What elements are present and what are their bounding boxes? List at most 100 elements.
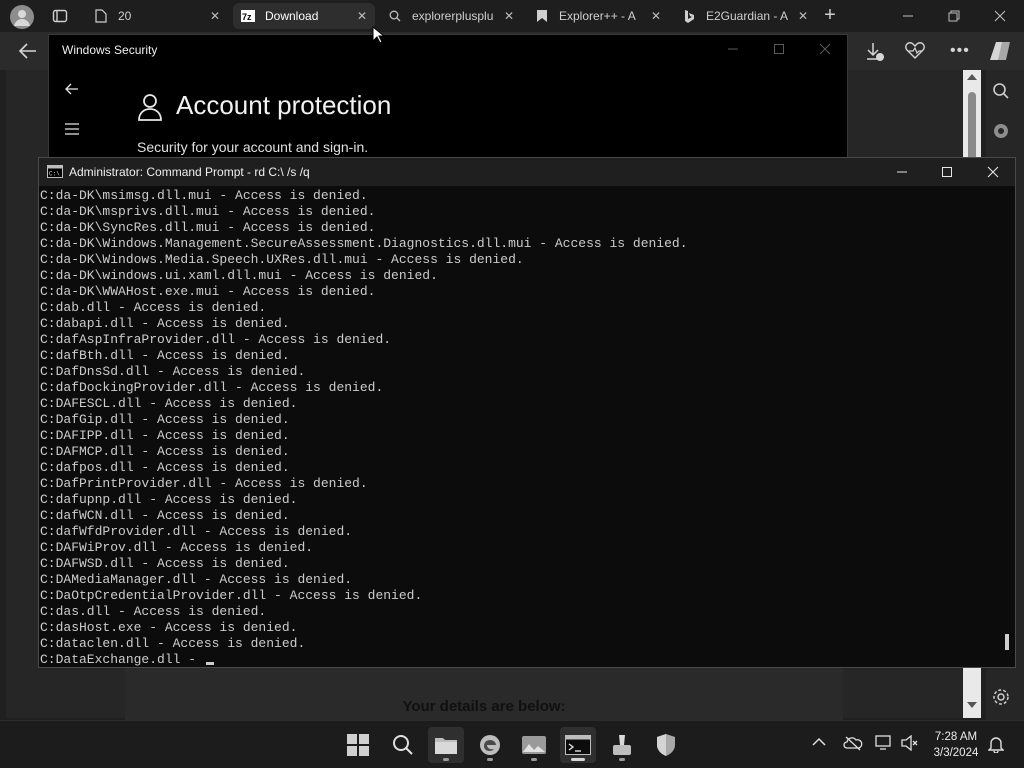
network-icon[interactable] (875, 735, 893, 751)
clock-date: 3/3/2024 (933, 747, 979, 759)
chevron-up-icon[interactable] (812, 737, 826, 747)
console-line: C:da-DK\msprivs.dll.mui - Access is deni… (40, 204, 376, 219)
text-cursor (205, 662, 214, 665)
minimize-icon[interactable] (727, 43, 739, 55)
search-icon[interactable] (992, 82, 1010, 100)
console-line: C:dafAspInfraProvider.dll - Access is de… (40, 332, 392, 347)
console-line: C:DAFESCL.dll - Access is denied. (40, 396, 298, 411)
windows-security-window: Windows Security Account protection Secu… (48, 34, 848, 164)
tab-actions-icon[interactable] (52, 8, 68, 24)
tab-download[interactable]: 7z Download ✕ (233, 3, 375, 29)
window-titlebar: Windows Security (49, 35, 849, 65)
console-scroll-thumb[interactable] (1005, 634, 1009, 650)
running-indicator (531, 758, 537, 761)
maximize-icon[interactable] (773, 43, 785, 55)
console-line: C:DAFWSD.dll - Access is denied. (40, 556, 290, 571)
performance-icon[interactable] (904, 42, 926, 60)
console-line: C:da-DK\msimsg.dll.mui - Access is denie… (40, 188, 368, 203)
tab-title: explorerplusplu (412, 9, 494, 23)
tab-explorer[interactable]: Explorer++ - A ✕ (527, 3, 669, 29)
close-icon[interactable]: ✕ (504, 9, 514, 23)
bing-icon (682, 9, 696, 23)
minimize-icon[interactable] (896, 166, 908, 178)
active-indicator (571, 758, 585, 761)
close-icon[interactable]: ✕ (210, 9, 220, 23)
console-line: C:dafBth.dll - Access is denied. (40, 348, 290, 363)
notification-bell-icon[interactable] (988, 735, 1004, 753)
close-icon[interactable]: ✕ (651, 9, 661, 23)
tab-title: 20 (118, 9, 132, 23)
console-line: C:da-DK\Windows.Media.Speech.UXRes.dll.m… (40, 252, 524, 267)
copilot-icon[interactable] (988, 40, 1012, 62)
restore-icon[interactable] (942, 6, 966, 26)
window-titlebar: C:\ Administrator: Command Prompt - rd C… (39, 158, 1015, 186)
running-indicator (619, 758, 625, 761)
cmd-app-icon: C:\ (47, 165, 63, 178)
console-line: C:dabapi.dll - Access is denied. (40, 316, 290, 331)
running-indicator (487, 758, 493, 761)
maximize-icon[interactable] (941, 166, 953, 178)
tab-title: E2Guardian - A (706, 9, 789, 23)
console-line: C:das.dll - Access is denied. (40, 604, 267, 619)
tab-title: Download (265, 9, 319, 23)
tab-document[interactable]: 20 ✕ (86, 3, 228, 29)
console-line: C:dataclen.dll - Access is denied. (40, 636, 306, 651)
tab-e2guardian[interactable]: E2Guardian - A ✕ (674, 3, 816, 29)
console-line: C:DaOtpCredentialProvider.dll - Access i… (40, 588, 423, 603)
hamburger-menu-icon[interactable] (64, 123, 80, 135)
mouse-cursor-icon (372, 26, 384, 44)
account-person-icon (137, 93, 163, 121)
profile-avatar[interactable] (10, 5, 34, 29)
back-arrow-icon[interactable] (65, 83, 79, 95)
console-line: C:da-DK\SyncRes.dll.mui - Access is deni… (40, 220, 376, 235)
console-line: C:da-DK\Windows.Management.SecureAssessm… (40, 236, 688, 251)
console-line: C:da-DK\windows.ui.xaml.dll.mui - Access… (40, 268, 438, 283)
scroll-up-icon[interactable] (967, 74, 977, 80)
search-icon[interactable] (385, 727, 421, 763)
onedrive-offline-icon[interactable] (843, 735, 863, 751)
console-lines: C:da-DK\msimsg.dll.mui - Access is denie… (40, 188, 688, 668)
console-line: C:DafGip.dll - Access is denied. (40, 412, 290, 427)
command-prompt-icon[interactable] (560, 727, 596, 763)
close-icon[interactable] (987, 166, 999, 178)
console-line: C:DAMediaManager.dll - Access is denied. (40, 572, 353, 587)
close-icon[interactable]: ✕ (357, 9, 367, 23)
document-icon (94, 9, 108, 23)
command-prompt-window: C:\ Administrator: Command Prompt - rd C… (38, 157, 1016, 668)
settings-gear-icon[interactable] (992, 688, 1010, 706)
edge-icon[interactable] (472, 727, 508, 763)
windows-security-icon[interactable] (648, 727, 684, 763)
photos-icon[interactable] (516, 727, 552, 763)
minimize-icon[interactable] (896, 6, 920, 26)
sidebar-app-icon[interactable] (992, 122, 1010, 140)
file-explorer-icon[interactable] (428, 727, 464, 763)
search-icon (388, 9, 402, 23)
paint-icon[interactable] (604, 727, 640, 763)
console-line: C:DAFWiProv.dll - Access is denied. (40, 540, 314, 555)
console-line: C:dasHost.exe - Access is denied. (40, 620, 298, 635)
console-line: C:da-DK\WWAHost.exe.mui - Access is deni… (40, 284, 376, 299)
console-line: C:dafWfdProvider.dll - Access is denied. (40, 524, 353, 539)
more-menu-icon[interactable]: ••• (950, 42, 970, 60)
browser-tab-strip: 20 ✕ 7z Download ✕ explorerplusplu ✕ Exp… (0, 0, 1024, 32)
volume-muted-icon[interactable] (901, 735, 919, 751)
close-icon[interactable]: ✕ (798, 9, 808, 23)
new-tab-button[interactable]: + (820, 4, 840, 26)
system-clock[interactable]: 7:28 AM 3/3/2024 (928, 729, 984, 761)
scroll-down-icon[interactable] (967, 702, 977, 708)
console-output[interactable]: C:da-DK\msimsg.dll.mui - Access is denie… (39, 188, 999, 668)
downloads-icon[interactable] (864, 41, 886, 63)
page-subheading: Security for your account and sign-in. (137, 139, 369, 155)
console-line: C:DAFMCP.dll - Access is denied. (40, 444, 290, 459)
bookmark-icon (535, 9, 549, 23)
close-window-icon[interactable] (988, 6, 1012, 26)
close-icon[interactable] (819, 43, 831, 55)
back-arrow-icon[interactable] (18, 42, 38, 60)
tab-search[interactable]: explorerplusplu ✕ (380, 3, 522, 29)
start-icon[interactable] (340, 727, 376, 763)
taskbar: 7:28 AM 3/3/2024 (0, 720, 1024, 768)
console-line: C:dafpos.dll - Access is denied. (40, 460, 290, 475)
console-line: C:dafupnp.dll - Access is denied. (40, 492, 298, 507)
console-line: C:dafDockingProvider.dll - Access is den… (40, 380, 384, 395)
svg-text:7z: 7z (242, 12, 252, 22)
